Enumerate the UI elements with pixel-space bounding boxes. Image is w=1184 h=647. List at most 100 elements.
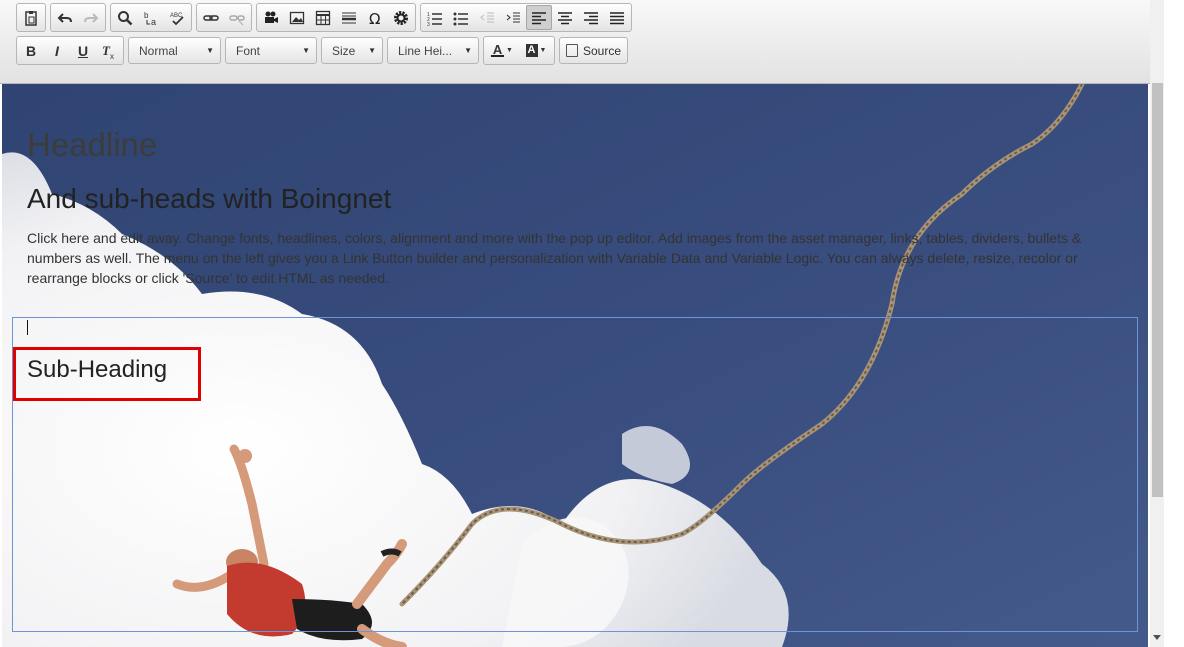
bold-button[interactable]: B xyxy=(18,38,44,63)
replace-button[interactable]: ba xyxy=(138,5,164,30)
remove-format-icon: Tx xyxy=(102,43,114,59)
scrollbar-thumb[interactable] xyxy=(1152,83,1163,497)
insert-group: Ω xyxy=(256,3,416,32)
chevron-down-icon: ▼ xyxy=(302,46,310,55)
justify-button[interactable] xyxy=(604,5,630,30)
replace-icon: ba xyxy=(144,11,156,26)
font-dropdown[interactable]: Font ▼ xyxy=(225,37,317,64)
redo-button[interactable] xyxy=(78,5,104,30)
image-icon xyxy=(289,11,305,24)
remove-format-button[interactable]: Tx xyxy=(96,38,122,63)
spellcheck-button[interactable]: ABC xyxy=(164,5,190,30)
align-right-icon xyxy=(584,11,598,24)
svg-text:3: 3 xyxy=(427,22,430,26)
italic-button[interactable]: I xyxy=(44,38,70,63)
bold-label: B xyxy=(25,42,37,59)
headline[interactable]: Headline xyxy=(27,126,157,164)
undo-icon xyxy=(57,12,72,23)
history-group xyxy=(50,3,106,32)
omega-icon: Ω xyxy=(369,10,380,26)
align-left-icon xyxy=(532,11,546,24)
size-dropdown[interactable]: Size ▼ xyxy=(321,37,383,64)
spellcheck-icon: ABC xyxy=(170,13,184,25)
special-char-button[interactable]: Ω xyxy=(362,5,388,30)
outdent-icon xyxy=(480,12,494,22)
align-center-button[interactable] xyxy=(552,5,578,30)
source-button[interactable]: Source xyxy=(559,37,629,64)
chevron-down-icon: ▼ xyxy=(368,46,376,55)
align-center-icon xyxy=(558,11,572,24)
horizontal-rule-icon xyxy=(342,12,356,23)
background-color-letter: A xyxy=(527,44,536,56)
link-button[interactable] xyxy=(198,5,224,30)
italic-label: I xyxy=(55,42,59,59)
horizontal-rule-button[interactable] xyxy=(336,5,362,30)
redo-icon xyxy=(84,12,99,23)
red-highlight-box xyxy=(13,347,201,401)
colors-group: A ▼ A ▼ xyxy=(483,36,555,65)
video-icon xyxy=(265,11,278,23)
video-button[interactable] xyxy=(258,5,284,30)
underline-button[interactable]: U xyxy=(70,38,96,63)
paste-button[interactable] xyxy=(18,5,44,30)
toolbar-row-1: ba ABC Ω 1 2 3 xyxy=(16,3,636,32)
format-dropdown-label: Normal xyxy=(139,43,178,58)
numbered-list-button[interactable]: 123 xyxy=(422,5,448,30)
source-icon xyxy=(566,44,578,57)
justify-icon xyxy=(610,11,624,24)
svg-text:Ω: Ω xyxy=(369,10,380,26)
underline-label: U xyxy=(77,42,89,59)
line-height-dropdown-label: Line Hei... xyxy=(398,43,453,58)
chevron-down-icon: ▼ xyxy=(464,46,472,55)
chevron-down-icon: ▼ xyxy=(206,46,214,55)
unlink-icon xyxy=(229,14,245,25)
gear-icon xyxy=(394,10,408,25)
size-dropdown-label: Size xyxy=(332,43,356,58)
text-color-icon: A xyxy=(491,42,505,57)
basic-styles-group: B I U Tx xyxy=(16,36,124,65)
svg-text:x: x xyxy=(110,52,114,59)
body-paragraph[interactable]: Click here and edit away. Change fonts, … xyxy=(27,228,1117,288)
editor-content[interactable]: Headline And sub-heads with Boingnet Cli… xyxy=(2,84,1148,647)
undo-button[interactable] xyxy=(52,5,78,30)
subhead[interactable]: And sub-heads with Boingnet xyxy=(27,183,391,215)
bulleted-list-icon xyxy=(453,12,468,25)
background-color-icon: A xyxy=(525,44,538,57)
text-color-letter: A xyxy=(492,42,503,57)
text-color-swatch xyxy=(491,55,505,57)
numbered-list-icon: 123 xyxy=(427,12,442,26)
image-button[interactable] xyxy=(284,5,310,30)
bulleted-list-button[interactable] xyxy=(448,5,474,30)
link-group xyxy=(196,3,252,32)
font-dropdown-label: Font xyxy=(236,43,261,58)
find-button[interactable] xyxy=(112,5,138,30)
align-left-button[interactable] xyxy=(526,5,552,30)
paste-icon xyxy=(25,10,37,26)
paragraph-group: 123 xyxy=(420,3,632,32)
chevron-down-icon: ▼ xyxy=(539,47,547,54)
background-color-button[interactable]: A ▼ xyxy=(519,38,553,63)
align-right-button[interactable] xyxy=(578,5,604,30)
indent-button[interactable] xyxy=(500,5,526,30)
table-icon xyxy=(315,10,331,25)
outdent-button[interactable] xyxy=(474,5,500,30)
table-button[interactable] xyxy=(310,5,336,30)
svg-text:b: b xyxy=(144,11,149,20)
editor-toolbar: ba ABC Ω 1 2 3 B I U T x Normal ▼ Font ▼… xyxy=(0,0,1150,84)
format-dropdown[interactable]: Normal ▼ xyxy=(128,37,221,64)
search-icon xyxy=(118,10,133,25)
toolbar-row-2: B I U Tx Normal ▼ Font ▼ Size ▼ Line Hei… xyxy=(16,36,629,65)
link-icon xyxy=(203,14,219,21)
source-button-label: Source xyxy=(583,43,622,58)
line-height-dropdown[interactable]: Line Hei... ▼ xyxy=(387,37,479,64)
indent-icon xyxy=(506,12,520,22)
text-color-button[interactable]: A ▼ xyxy=(485,38,519,63)
vertical-scrollbar[interactable] xyxy=(1150,0,1164,647)
text-cursor xyxy=(27,320,28,335)
chevron-down-icon: ▼ xyxy=(506,47,513,54)
unlink-button[interactable] xyxy=(224,5,250,30)
scroll-down-arrow-icon[interactable] xyxy=(1153,635,1161,640)
settings-button[interactable] xyxy=(388,5,414,30)
svg-text:a: a xyxy=(151,17,156,26)
find-group: ba ABC xyxy=(110,3,192,32)
